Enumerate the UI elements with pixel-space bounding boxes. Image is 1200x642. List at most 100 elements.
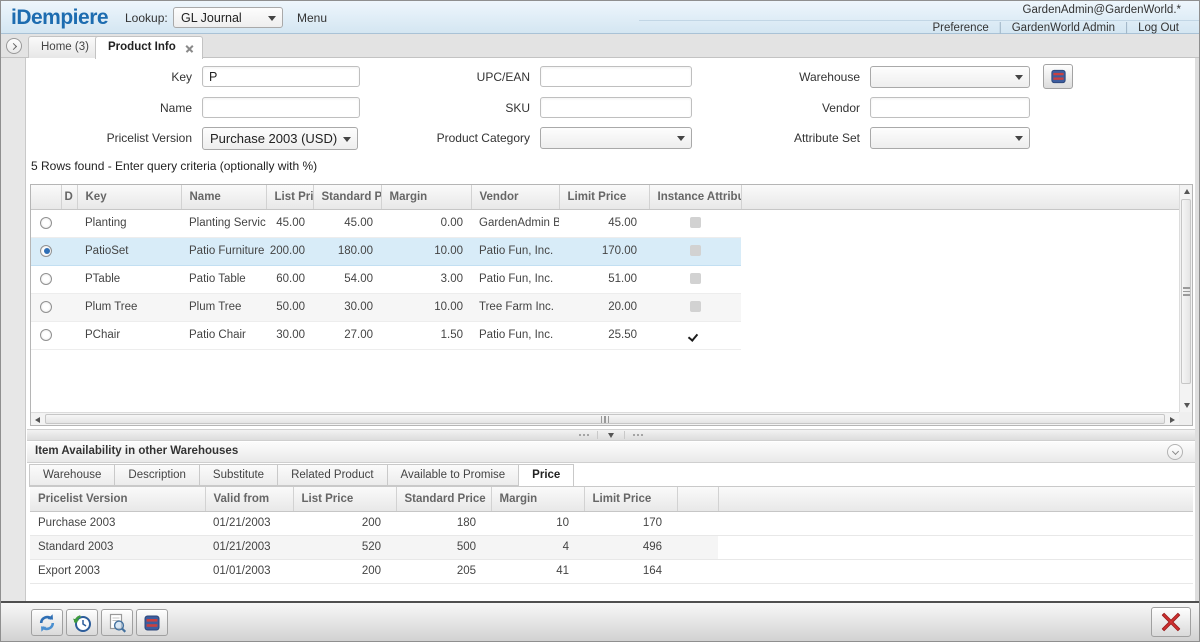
col-vendor[interactable]: Vendor <box>471 185 559 209</box>
col-margin[interactable]: Margin <box>381 185 471 209</box>
panel-splitter[interactable] <box>27 429 1195 441</box>
col-filler <box>718 487 1193 511</box>
pricelist-version-label: Pricelist Version <box>27 127 192 149</box>
price-row[interactable]: Standard 2003 01/21/2003 520 500 4 496 <box>30 535 1193 559</box>
status-line: 5 Rows found - Enter query criteria (opt… <box>31 159 317 173</box>
col-empty <box>677 487 718 511</box>
col-limit-price[interactable]: Limit Price <box>559 185 649 209</box>
name-input[interactable] <box>202 97 360 118</box>
collapse-down-icon <box>608 433 614 438</box>
product-attribute-button[interactable] <box>1043 64 1073 89</box>
pricelist-version-select[interactable]: Purchase 2003 (USD) <box>202 127 358 150</box>
col-list-price[interactable]: List Price <box>266 185 313 209</box>
vertical-scrollbar[interactable] <box>1179 185 1192 412</box>
product-info-panel: Key UPC/EAN Warehouse Name SKU Vend <box>27 58 1195 601</box>
table-row[interactable]: PTable Patio Table 60.00 54.00 3.00 Pati… <box>31 265 1179 293</box>
preference-link[interactable]: Preference <box>922 22 998 34</box>
warehouse-select[interactable] <box>870 66 1030 88</box>
refresh-button[interactable] <box>31 609 63 636</box>
scroll-left-button[interactable] <box>31 413 44 426</box>
logout-link[interactable]: Log Out <box>1128 22 1189 34</box>
tab-warehouse[interactable]: Warehouse <box>29 464 115 486</box>
table-row-selected[interactable]: PatioSet Patio Furniture Set 200.00 180.… <box>31 237 1179 265</box>
cell-limit-price: 51.00 <box>559 265 649 293</box>
splitter-collapse-button[interactable] <box>597 431 625 439</box>
lookup-select-value: GL Journal <box>174 8 282 28</box>
price-tab-content: Pricelist Version Valid from List Price … <box>30 487 1193 584</box>
row-select-radio[interactable] <box>40 245 52 257</box>
horizontal-scroll-thumb[interactable] <box>45 414 1165 424</box>
scroll-left-icon <box>35 417 40 423</box>
tab-product-info[interactable]: Product Info <box>95 36 203 59</box>
cell-pricelist-version: Standard 2003 <box>30 535 205 559</box>
product-icon <box>1049 67 1068 86</box>
col-instance-attribute[interactable]: Instance Attribute <box>649 185 741 209</box>
cell-name: Patio Table <box>181 265 266 293</box>
cell-vendor: Patio Fun, Inc. <box>471 321 559 349</box>
scroll-down-icon <box>1184 403 1190 408</box>
tab-related-product[interactable]: Related Product <box>277 464 387 486</box>
availability-panel-title: Item Availability in other Warehouses <box>35 445 238 457</box>
tab-home[interactable]: Home (3) <box>28 36 102 58</box>
upc-input[interactable] <box>540 66 692 87</box>
table-row[interactable]: PChair Patio Chair 30.00 27.00 1.50 Pati… <box>31 321 1179 349</box>
scroll-down-button[interactable] <box>1180 399 1193 412</box>
expand-sidebar-button[interactable] <box>6 38 22 54</box>
col-key[interactable]: Key <box>77 185 181 209</box>
col-standard-price[interactable]: Standard Price <box>396 487 491 511</box>
col-list-price[interactable]: List Price <box>293 487 396 511</box>
col-d[interactable]: D <box>61 185 77 209</box>
price-header-row: Pricelist Version Valid from List Price … <box>30 487 1193 511</box>
vendor-input[interactable] <box>870 97 1030 118</box>
price-row[interactable]: Purchase 2003 01/21/2003 200 180 10 170 <box>30 511 1193 535</box>
warehouse-label: Warehouse <box>695 66 860 88</box>
cancel-button[interactable] <box>1151 607 1191 637</box>
dropdown-arrow-icon <box>268 16 276 21</box>
instance-attribute-checkbox <box>690 245 701 256</box>
tab-available-to-promise[interactable]: Available to Promise <box>387 464 520 486</box>
col-name[interactable]: Name <box>181 185 266 209</box>
price-row[interactable]: Export 2003 01/01/2003 200 205 41 164 <box>30 559 1193 583</box>
dropdown-arrow-icon <box>343 137 351 142</box>
tab-price[interactable]: Price <box>518 464 574 487</box>
session-links: Preference|GardenWorld Admin|Log Out <box>922 22 1189 34</box>
scroll-up-button[interactable] <box>1180 185 1193 198</box>
col-pricelist-version[interactable]: Pricelist Version <box>30 487 205 511</box>
row-select-radio[interactable] <box>40 273 52 285</box>
row-select-radio[interactable] <box>40 217 52 229</box>
attribute-set-select[interactable] <box>870 127 1030 149</box>
key-input[interactable] <box>202 66 360 87</box>
close-tab-icon[interactable] <box>185 44 194 53</box>
horizontal-scrollbar[interactable] <box>31 412 1179 425</box>
vertical-scroll-thumb[interactable] <box>1181 199 1191 384</box>
menu-link[interactable]: Menu <box>297 11 327 25</box>
cell-key: PTable <box>77 265 181 293</box>
row-select-radio[interactable] <box>40 329 52 341</box>
scrollbar-corner <box>1179 412 1192 425</box>
zoom-button[interactable] <box>101 609 133 636</box>
sku-input[interactable] <box>540 97 692 118</box>
scroll-up-icon <box>1184 189 1190 194</box>
scroll-right-button[interactable] <box>1166 413 1179 426</box>
col-limit-price[interactable]: Limit Price <box>584 487 677 511</box>
cell-key: Plum Tree <box>77 293 181 321</box>
col-margin[interactable]: Margin <box>491 487 584 511</box>
row-select-radio[interactable] <box>40 301 52 313</box>
table-row[interactable]: Plum Tree Plum Tree 50.00 30.00 10.00 Tr… <box>31 293 1179 321</box>
col-standard-price[interactable]: Standard Price <box>313 185 381 209</box>
tab-substitute[interactable]: Substitute <box>199 464 278 486</box>
collapse-panel-button[interactable] <box>1167 444 1183 460</box>
cell-limit-price: 45.00 <box>559 209 649 237</box>
cell-valid-from: 01/01/2003 <box>205 559 293 583</box>
lookup-select[interactable]: GL Journal <box>173 7 283 28</box>
cell-d <box>61 321 77 349</box>
history-button[interactable] <box>66 609 98 636</box>
role-link[interactable]: GardenWorld Admin <box>1002 22 1125 34</box>
product-category-select[interactable] <box>540 127 692 149</box>
col-valid-from[interactable]: Valid from <box>205 487 293 511</box>
cell-list-price: 520 <box>293 535 396 559</box>
cell-margin: 10.00 <box>381 293 471 321</box>
product-button[interactable] <box>136 609 168 636</box>
table-row[interactable]: Planting Planting Service 45.00 45.00 0.… <box>31 209 1179 237</box>
tab-description[interactable]: Description <box>114 464 200 486</box>
